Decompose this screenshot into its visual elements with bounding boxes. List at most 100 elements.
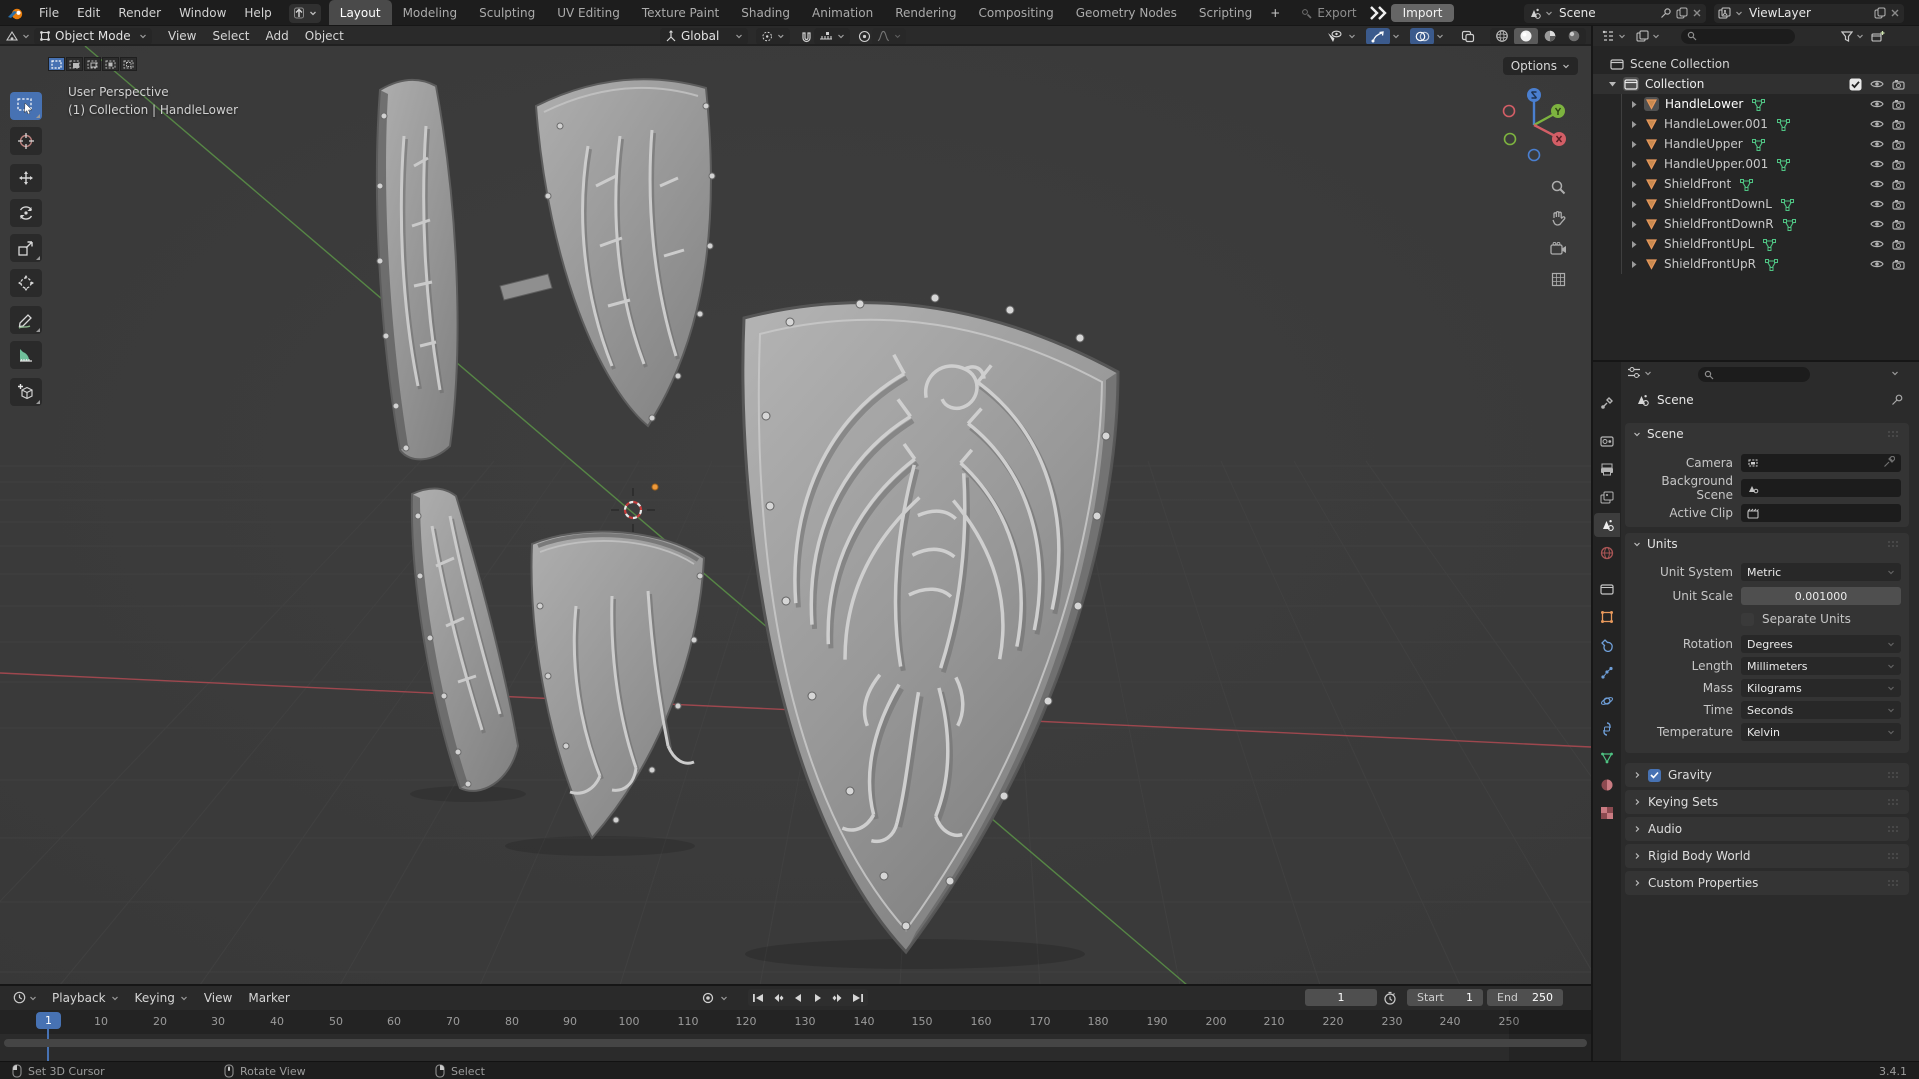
workspace-tab-rendering[interactable]: Rendering: [884, 0, 967, 26]
select-mode-extend[interactable]: [66, 57, 83, 71]
panel-keying-sets[interactable]: Keying Sets: [1625, 790, 1909, 814]
tab-texture[interactable]: [1594, 801, 1620, 825]
tab-object-data[interactable]: [1594, 745, 1620, 769]
new-collection-button[interactable]: [1867, 30, 1889, 43]
menu-add[interactable]: Add: [258, 29, 297, 43]
next-keyframe-button[interactable]: [828, 989, 848, 1006]
shading-wireframe-button[interactable]: [1490, 28, 1514, 45]
editor-divider-vertical[interactable]: [1591, 26, 1593, 1061]
panel-units-header[interactable]: Units: [1625, 533, 1909, 555]
gravity-checkbox[interactable]: [1648, 768, 1661, 782]
panel-grip[interactable]: [1887, 537, 1901, 551]
outliner-row-object[interactable]: ShieldFrontDownL: [1591, 194, 1919, 214]
pin-icon[interactable]: [1660, 7, 1672, 19]
unit-scale-slider[interactable]: 0.001000: [1741, 587, 1901, 605]
disclosure-closed-icon[interactable]: [1630, 160, 1638, 169]
menu-window[interactable]: Window: [170, 0, 235, 26]
shading-material-button[interactable]: [1538, 28, 1562, 45]
outliner-row-collection[interactable]: Collection: [1591, 74, 1919, 94]
workspace-tab-scripting[interactable]: Scripting: [1188, 0, 1263, 26]
workspace-tab-geometry-nodes[interactable]: Geometry Nodes: [1065, 0, 1188, 26]
current-frame-field[interactable]: 1: [1305, 989, 1377, 1006]
tab-modifiers[interactable]: [1594, 633, 1620, 657]
visibility-dropdown[interactable]: [1322, 28, 1346, 45]
disable-render-camera-icon[interactable]: [1892, 179, 1905, 190]
eyedropper-icon[interactable]: [1883, 455, 1896, 471]
editor-type-timeline-button[interactable]: [6, 991, 44, 1004]
new-copy-icon[interactable]: [1676, 7, 1688, 19]
panel-grip[interactable]: [1887, 427, 1901, 441]
auto-keying-button[interactable]: [698, 989, 718, 1006]
tool-cursor[interactable]: [10, 127, 42, 155]
tab-tool[interactable]: [1594, 391, 1620, 415]
ortho-toggle-icon[interactable]: [1547, 268, 1569, 290]
time-dropdown[interactable]: Seconds: [1741, 701, 1901, 719]
pan-view-icon[interactable]: [1547, 207, 1569, 229]
workspace-tab-texture-paint[interactable]: Texture Paint: [631, 0, 730, 26]
close-icon[interactable]: [1890, 8, 1900, 18]
jump-to-start-button[interactable]: [748, 989, 768, 1006]
select-mode-intersect[interactable]: [120, 57, 137, 71]
close-icon[interactable]: [1692, 8, 1702, 18]
filter-button[interactable]: [1837, 30, 1867, 42]
outliner-row-object[interactable]: ShieldFront: [1591, 174, 1919, 194]
panel-grip[interactable]: [1887, 795, 1901, 809]
tool-add-primitive[interactable]: [10, 378, 42, 406]
editor-type-properties-button[interactable]: [1627, 366, 1652, 379]
panel-grip[interactable]: [1887, 768, 1901, 782]
panel-grip[interactable]: [1887, 849, 1901, 863]
outliner-row-object[interactable]: ShieldFrontUpR: [1591, 254, 1919, 274]
panel-grip[interactable]: [1887, 876, 1901, 890]
tool-rotate[interactable]: [10, 199, 42, 227]
tab-world[interactable]: [1594, 541, 1620, 565]
disclosure-closed-icon[interactable]: [1630, 140, 1638, 149]
view-layer-selector[interactable]: ViewLayer: [1714, 3, 1904, 23]
disclosure-open-icon[interactable]: [1608, 80, 1617, 88]
pivot-point-selector[interactable]: [756, 27, 790, 45]
tool-measure[interactable]: [10, 341, 42, 369]
play-reverse-button[interactable]: [788, 989, 808, 1006]
pin-id-button[interactable]: [1891, 393, 1904, 406]
chevron-down-icon[interactable]: [1436, 32, 1444, 40]
tool-transform[interactable]: [10, 269, 42, 297]
select-mode-invert[interactable]: [102, 57, 119, 71]
disable-render-camera-icon[interactable]: [1892, 159, 1905, 170]
hide-eye-icon[interactable]: [1870, 239, 1884, 249]
menu-view[interactable]: View: [196, 991, 240, 1005]
disable-render-camera-icon[interactable]: [1892, 119, 1905, 130]
hide-eye-icon[interactable]: [1870, 79, 1884, 89]
blender-logo-icon[interactable]: [0, 6, 30, 21]
panel-rigid-body-world[interactable]: Rigid Body World: [1625, 844, 1909, 868]
workspace-tab-uv-editing[interactable]: UV Editing: [546, 0, 631, 26]
unit-system-dropdown[interactable]: Metric: [1741, 563, 1901, 581]
hide-eye-icon[interactable]: [1870, 159, 1884, 169]
panel-custom-properties[interactable]: Custom Properties: [1625, 871, 1909, 895]
editor-divider-outliner-props[interactable]: [1593, 360, 1919, 362]
show-overlays-toggle[interactable]: [1410, 27, 1434, 45]
menu-marker[interactable]: Marker: [240, 991, 297, 1005]
panel-gravity[interactable]: Gravity: [1625, 763, 1909, 787]
length-dropdown[interactable]: Millimeters: [1741, 657, 1901, 675]
hide-eye-icon[interactable]: [1870, 179, 1884, 189]
xray-toggle[interactable]: [1456, 28, 1480, 45]
disclosure-closed-icon[interactable]: [1630, 260, 1638, 269]
active-clip-field[interactable]: [1741, 504, 1901, 522]
mode-selector[interactable]: Object Mode: [34, 27, 152, 45]
timeline-ruler[interactable]: 10 20 30 40 50 60 70 80 90 100 110 120 1…: [0, 1010, 1591, 1061]
editor-divider-timeline[interactable]: [0, 984, 1591, 986]
new-copy-icon[interactable]: [1874, 7, 1886, 19]
disclosure-closed-icon[interactable]: [1630, 220, 1638, 229]
select-mode-subtract[interactable]: [84, 57, 101, 71]
navigation-gizmo[interactable]: [1494, 84, 1574, 164]
workspace-tab-modeling[interactable]: Modeling: [392, 0, 469, 26]
export-button[interactable]: Export: [1293, 4, 1364, 22]
shading-solid-button[interactable]: [1514, 27, 1538, 45]
menu-keying[interactable]: Keying: [127, 991, 196, 1005]
editor-type-viewport-button[interactable]: [0, 30, 34, 43]
menu-playback[interactable]: Playback: [44, 991, 127, 1005]
timeline-scrollbar[interactable]: [4, 1039, 1587, 1047]
hide-eye-icon[interactable]: [1870, 219, 1884, 229]
jump-to-end-button[interactable]: [848, 989, 868, 1006]
outliner-row-object[interactable]: HandleUpper: [1591, 134, 1919, 154]
tool-scale[interactable]: [10, 234, 42, 262]
